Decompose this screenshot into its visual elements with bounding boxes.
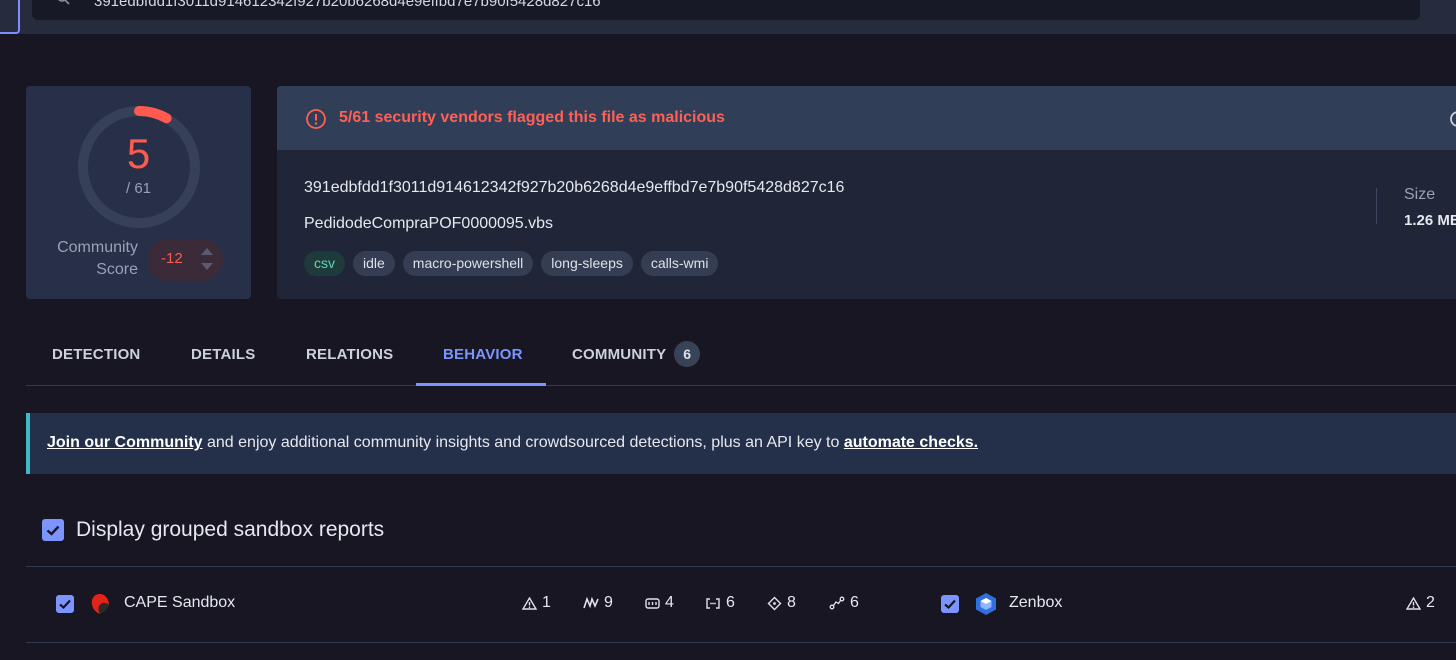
report-tabs: DETECTION DETAILS RELATIONS BEHAVIOR COM… <box>26 326 1456 386</box>
tag-macro-powershell[interactable]: macro-powershell <box>402 251 534 276</box>
banner-middle-text: and enjoy additional community insights … <box>202 434 844 451</box>
zenbox-alerts-count: 2 <box>1426 594 1435 611</box>
alert-circle-icon <box>305 108 327 130</box>
community-score-label: Community Score <box>57 239 138 278</box>
ids-icon <box>645 597 660 609</box>
sandbox-zenbox[interactable]: Zenbox 2 <box>906 567 1456 642</box>
cape-graph-stat: 6 <box>829 594 859 612</box>
code-icon <box>706 597 720 609</box>
detection-score-card: 5 / 61 Community Score -12 <box>26 86 251 299</box>
search-box[interactable] <box>32 0 1420 20</box>
tab-relations[interactable]: RELATIONS <box>306 326 393 386</box>
file-name: PedidodeCompraPOF0000095.vbs <box>304 215 554 232</box>
file-info-card: 5/61 security vendors flagged this file … <box>277 86 1456 299</box>
file-hash: 391edbfdd1f3011d914612342f927b20b6268d4e… <box>304 179 845 196</box>
tag-calls-wmi[interactable]: calls-wmi <box>640 251 719 276</box>
cape-ids-count: 4 <box>665 594 674 611</box>
upvote-icon[interactable] <box>201 248 213 255</box>
tag-long-sleeps[interactable]: long-sleeps <box>541 251 633 276</box>
size-label: Size <box>1404 186 1436 203</box>
cape-mitre-stat: 9 <box>583 594 613 612</box>
cape-logo-icon <box>89 592 111 616</box>
network-icon <box>767 596 782 610</box>
check-icon <box>59 599 71 610</box>
tab-details[interactable]: DETAILS <box>191 326 255 386</box>
zenbox-checkbox[interactable] <box>941 595 959 613</box>
divider <box>26 642 1456 643</box>
cape-network-stat: 8 <box>767 594 796 612</box>
cape-code-stat: 6 <box>705 594 735 612</box>
graph-icon <box>829 596 845 610</box>
tab-behavior[interactable]: BEHAVIOR <box>443 326 523 386</box>
menu-button[interactable] <box>0 0 20 34</box>
warning-triangle-icon <box>1406 596 1421 610</box>
automate-checks-link[interactable]: automate checks. <box>844 434 978 451</box>
cape-network-count: 8 <box>787 594 796 611</box>
cape-ids-stat: 4 <box>645 594 674 612</box>
join-community-link[interactable]: Join our Community <box>47 434 203 451</box>
downvote-icon[interactable] <box>201 263 213 270</box>
cape-graph-count: 6 <box>850 594 859 611</box>
tab-detection[interactable]: DETECTION <box>52 326 140 386</box>
cape-checkbox[interactable] <box>56 595 74 613</box>
tab-community[interactable]: COMMUNITY 6 <box>572 326 701 386</box>
display-grouped-checkbox[interactable] <box>42 519 64 541</box>
tab-community-label: COMMUNITY <box>572 346 667 363</box>
check-icon <box>46 525 60 536</box>
community-score-value: -12 <box>161 250 183 267</box>
sandbox-cape[interactable]: CAPE Sandbox 1 9 4 6 8 6 <box>26 567 886 642</box>
search-input[interactable] <box>94 0 1294 12</box>
sandbox-reports-row: CAPE Sandbox 1 9 4 6 8 6 Zenbox 2 <box>26 567 1456 642</box>
warning-triangle-icon <box>522 596 537 610</box>
active-tab-indicator <box>416 383 546 386</box>
detection-count: 5 <box>126 130 151 177</box>
malicious-alert-bar: 5/61 security vendors flagged this file … <box>277 86 1456 150</box>
tag-idle[interactable]: idle <box>353 251 395 276</box>
tag-csv[interactable]: csv <box>304 251 345 276</box>
banner-text: Join our Community and enjoy additional … <box>47 434 978 452</box>
alert-text: 5/61 security vendors flagged this file … <box>339 109 725 126</box>
zenbox-alerts-stat: 2 <box>1406 594 1435 612</box>
top-bar <box>0 0 1456 34</box>
search-icon <box>56 0 70 5</box>
zenbox-logo-icon <box>974 592 998 616</box>
zenbox-name: Zenbox <box>1009 594 1063 611</box>
cape-alerts-stat: 1 <box>522 594 551 612</box>
community-score-pill: -12 <box>147 239 223 281</box>
size-value: 1.26 MB <box>1404 212 1456 229</box>
cape-code-count: 6 <box>726 594 735 611</box>
community-count-badge: 6 <box>674 341 701 368</box>
mitre-icon <box>583 597 599 609</box>
check-icon <box>944 599 956 610</box>
file-tags: csv idle macro-powershell long-sleeps ca… <box>304 251 719 276</box>
engine-total: / 61 <box>125 180 152 197</box>
cape-mitre-count: 9 <box>604 594 613 611</box>
reanalyze-icon[interactable] <box>1447 108 1456 130</box>
divider <box>1376 188 1377 224</box>
cape-alerts-count: 1 <box>542 594 551 611</box>
community-banner: Join our Community and enjoy additional … <box>26 413 1456 474</box>
display-grouped-label: Display grouped sandbox reports <box>76 518 385 541</box>
cape-name: CAPE Sandbox <box>124 594 236 611</box>
